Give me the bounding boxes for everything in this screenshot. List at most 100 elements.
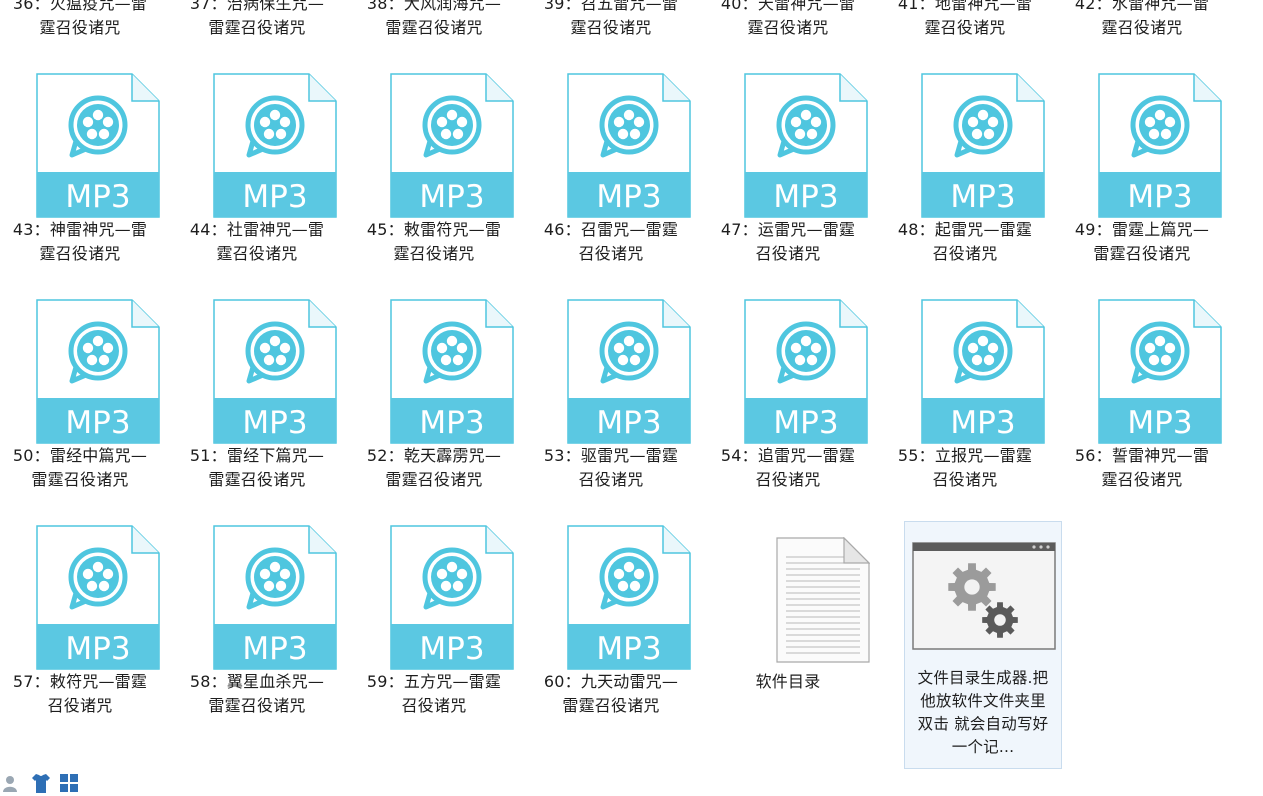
mp3-file-item[interactable]: MP3 48：起雷咒—雷霆召役诸咒 <box>885 73 1045 266</box>
mp3-file-icon: MP3 <box>567 73 691 218</box>
mp3-file-item[interactable]: 42：水雷神咒—雷霆召役诸咒 <box>1062 0 1222 40</box>
file-name-label: 文件目录生成器.把他放软件文件夹里 双击 就会自动写好一个记... <box>917 669 1049 756</box>
text-document-item[interactable]: 软件目录 <box>708 525 870 694</box>
mp3-file-item[interactable]: MP3 56：誓雷神咒—雷霆召役诸咒 <box>1062 299 1222 492</box>
file-icon-box: MP3 <box>1062 299 1222 444</box>
mp3-type-label: MP3 <box>596 179 661 215</box>
file-name-label: 53：驱雷咒—雷霆召役诸咒 <box>543 446 679 489</box>
file-icon-box: MP3 <box>0 73 160 218</box>
file-icon-box: MP3 <box>531 73 691 218</box>
file-name-label: 软件目录 <box>755 672 821 691</box>
mp3-file-item[interactable]: MP3 44：社雷神咒—雷霆召役诸咒 <box>177 73 337 266</box>
mp3-type-label: MP3 <box>65 631 130 667</box>
file-name-label: 59：五方咒—雷霆召役诸咒 <box>366 672 502 715</box>
file-icon-box: MP3 <box>0 525 160 670</box>
file-icon-box: MP3 <box>708 299 868 444</box>
mp3-file-item[interactable]: MP3 43：神雷神咒—雷霆召役诸咒 <box>0 73 160 266</box>
mp3-file-icon: MP3 <box>1098 73 1222 218</box>
mp3-file-icon: MP3 <box>744 73 868 218</box>
mp3-type-label: MP3 <box>1127 179 1192 215</box>
mp3-file-item[interactable]: MP3 60：九天动雷咒—雷霆召役诸咒 <box>531 525 691 718</box>
mp3-file-icon: MP3 <box>213 73 337 218</box>
file-name-label: 58：翼星血杀咒—雷霆召役诸咒 <box>189 672 325 715</box>
file-icon-box: MP3 <box>531 299 691 444</box>
file-icon-box: MP3 <box>177 299 337 444</box>
application-file-item[interactable]: 文件目录生成器.把他放软件文件夹里 双击 就会自动写好一个记... <box>904 521 1062 769</box>
file-name-label: 60：九天动雷咒—雷霆召役诸咒 <box>543 672 679 715</box>
mp3-type-label: MP3 <box>773 179 838 215</box>
mp3-type-label: MP3 <box>419 405 484 441</box>
mp3-file-icon: MP3 <box>36 525 160 670</box>
file-name-label: 43：神雷神咒—雷霆召役诸咒 <box>12 220 148 263</box>
mp3-type-label: MP3 <box>1127 405 1192 441</box>
file-icon-box: MP3 <box>708 73 868 218</box>
mp3-file-item[interactable]: 40：天雷神咒—雷霆召役诸咒 <box>708 0 868 40</box>
mp3-file-item[interactable]: MP3 52：乾天霹雳咒—雷霆召役诸咒 <box>354 299 514 492</box>
file-name-label: 48：起雷咒—雷霆召役诸咒 <box>897 220 1033 263</box>
file-icon-box: MP3 <box>354 299 514 444</box>
mp3-file-icon: MP3 <box>1098 299 1222 444</box>
mp3-file-item[interactable]: MP3 46：召雷咒—雷霆召役诸咒 <box>531 73 691 266</box>
file-name-label: 51：雷经下篇咒—雷霆召役诸咒 <box>189 446 325 489</box>
mp3-file-item[interactable]: MP3 51：雷经下篇咒—雷霆召役诸咒 <box>177 299 337 492</box>
taskbar <box>0 770 112 796</box>
mp3-type-label: MP3 <box>242 631 307 667</box>
file-icon-box: MP3 <box>354 525 514 670</box>
file-name-label: 47：运雷咒—雷霆召役诸咒 <box>720 220 856 263</box>
file-icon-box: MP3 <box>885 73 1045 218</box>
mp3-file-icon: MP3 <box>390 73 514 218</box>
file-explorer-pane: 36：火瘟疫咒—雷霆召役诸咒 37：治病保生咒—雷霆召役诸咒 38：大风润海咒—雷霆… <box>0 0 1263 796</box>
mp3-file-icon: MP3 <box>567 299 691 444</box>
mp3-type-label: MP3 <box>242 405 307 441</box>
mp3-type-label: MP3 <box>65 179 130 215</box>
mp3-type-label: MP3 <box>950 405 1015 441</box>
mp3-file-item[interactable]: MP3 50：雷经中篇咒—雷霆召役诸咒 <box>0 299 160 492</box>
mp3-file-item[interactable]: MP3 53：驱雷咒—雷霆召役诸咒 <box>531 299 691 492</box>
mp3-file-icon: MP3 <box>390 299 514 444</box>
file-icon-box: MP3 <box>885 299 1045 444</box>
file-name-label: 37：治病保生咒—雷霆召役诸咒 <box>189 0 325 37</box>
mp3-file-item[interactable]: MP3 54：追雷咒—雷霆召役诸咒 <box>708 299 868 492</box>
mp3-type-label: MP3 <box>596 631 661 667</box>
shirt-icon[interactable] <box>30 772 52 794</box>
file-name-label: 56：誓雷神咒—雷霆召役诸咒 <box>1074 446 1210 489</box>
mp3-type-label: MP3 <box>596 405 661 441</box>
mp3-type-label: MP3 <box>242 179 307 215</box>
mp3-file-item[interactable]: MP3 45：敕雷符咒—雷霆召役诸咒 <box>354 73 514 266</box>
file-icon-box: MP3 <box>531 525 691 670</box>
mp3-type-label: MP3 <box>65 405 130 441</box>
mp3-file-item[interactable]: MP3 57：敕符咒—雷霆召役诸咒 <box>0 525 160 718</box>
file-icon-box: MP3 <box>0 299 160 444</box>
mp3-type-label: MP3 <box>950 179 1015 215</box>
text-document-icon <box>776 537 870 663</box>
user-icon[interactable] <box>2 772 24 794</box>
file-name-label: 57：敕符咒—雷霆召役诸咒 <box>12 672 148 715</box>
mp3-file-item[interactable]: MP3 58：翼星血杀咒—雷霆召役诸咒 <box>177 525 337 718</box>
file-name-label: 42：水雷神咒—雷霆召役诸咒 <box>1074 0 1210 37</box>
file-name-label: 44：社雷神咒—雷霆召役诸咒 <box>189 220 325 263</box>
mp3-file-item[interactable]: 37：治病保生咒—雷霆召役诸咒 <box>177 0 337 40</box>
file-name-label: 55：立报咒—雷霆召役诸咒 <box>897 446 1033 489</box>
mp3-type-label: MP3 <box>419 179 484 215</box>
mp3-file-item[interactable]: 36：火瘟疫咒—雷霆召役诸咒 <box>0 0 160 40</box>
mp3-type-label: MP3 <box>419 631 484 667</box>
mp3-file-icon: MP3 <box>567 525 691 670</box>
mp3-file-item[interactable]: MP3 47：运雷咒—雷霆召役诸咒 <box>708 73 868 266</box>
mp3-file-item[interactable]: 38：大风润海咒—雷霆召役诸咒 <box>354 0 514 40</box>
apps-grid-icon[interactable] <box>58 772 80 794</box>
mp3-file-item[interactable]: MP3 55：立报咒—雷霆召役诸咒 <box>885 299 1045 492</box>
file-name-label: 46：召雷咒—雷霆召役诸咒 <box>543 220 679 263</box>
mp3-file-item[interactable]: 41：地雷神咒—雷霆召役诸咒 <box>885 0 1045 40</box>
file-icon-box: MP3 <box>177 525 337 670</box>
mp3-file-icon: MP3 <box>390 525 514 670</box>
file-icon-box: MP3 <box>1062 73 1222 218</box>
mp3-file-icon: MP3 <box>36 73 160 218</box>
file-name-label: 36：火瘟疫咒—雷霆召役诸咒 <box>12 0 148 37</box>
file-name-label: 49：雷霆上篇咒—雷霆召役诸咒 <box>1074 220 1210 263</box>
file-icon-box: MP3 <box>177 73 337 218</box>
mp3-file-item[interactable]: MP3 49：雷霆上篇咒—雷霆召役诸咒 <box>1062 73 1222 266</box>
mp3-file-icon: MP3 <box>36 299 160 444</box>
mp3-file-icon: MP3 <box>213 299 337 444</box>
mp3-file-item[interactable]: 39：召五雷咒—雷霆召役诸咒 <box>531 0 691 40</box>
mp3-file-item[interactable]: MP3 59：五方咒—雷霆召役诸咒 <box>354 525 514 718</box>
